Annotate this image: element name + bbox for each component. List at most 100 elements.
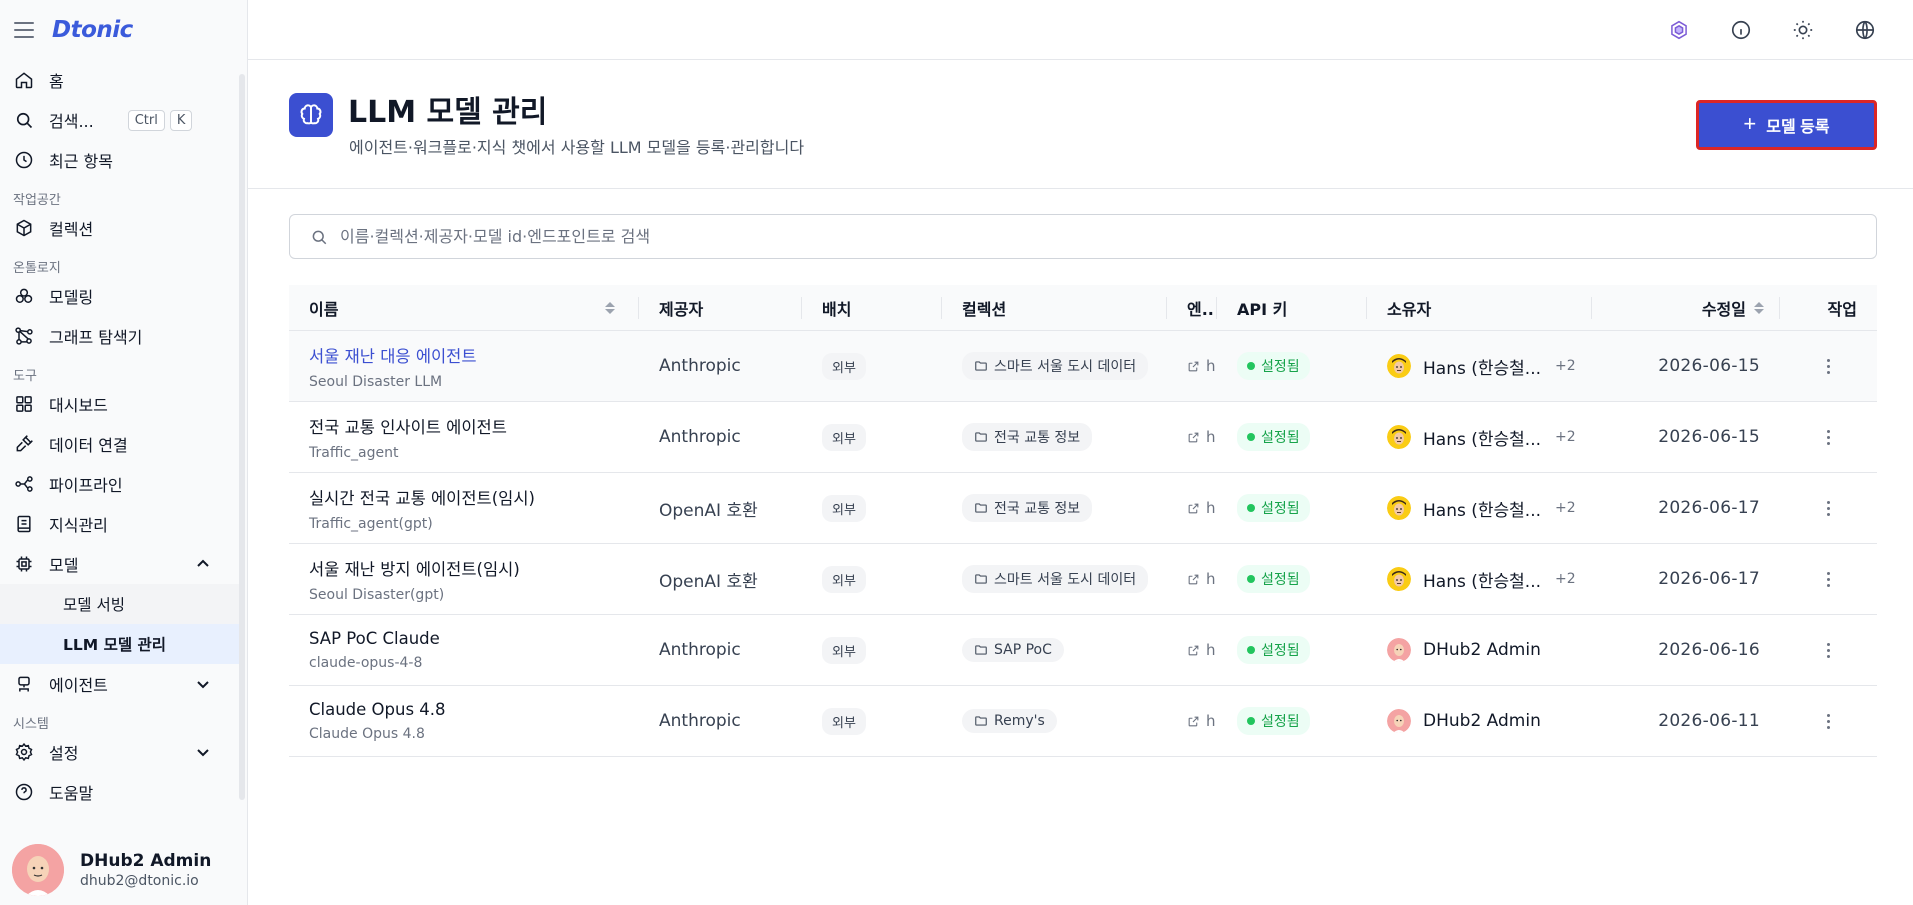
collection-badge[interactable]: SAP PoC xyxy=(962,638,1064,662)
name-cell[interactable]: 서울 재난 대응 에이전트 Seoul Disaster LLM xyxy=(289,331,639,401)
column-api-key: API 키 xyxy=(1217,285,1367,330)
more-actions-icon[interactable] xyxy=(1827,571,1830,587)
endpoint-cell[interactable]: h xyxy=(1167,686,1217,756)
sidebar-item-home[interactable]: 홈 xyxy=(0,60,239,100)
sidebar-item-label: 에이전트 xyxy=(49,676,108,695)
status-dot-icon xyxy=(1247,504,1255,512)
owner-cell: Hans (한승철... +2 xyxy=(1367,402,1592,472)
column-label: 배치 xyxy=(822,299,852,319)
name-cell[interactable]: 서울 재난 방지 에이전트(임시) Seoul Disaster(gpt) xyxy=(289,544,639,614)
api-key-label: 설정됨 xyxy=(1261,359,1300,375)
endpoint-url: h xyxy=(1206,570,1216,588)
user-profile[interactable]: DHub2 Admin dhub2@dtonic.io xyxy=(0,835,247,905)
collection-badge[interactable]: 전국 교통 정보 xyxy=(962,423,1093,451)
table-row[interactable]: Claude Opus 4.8 Claude Opus 4.8 Anthropi… xyxy=(289,686,1877,757)
plus-icon: + xyxy=(1743,111,1757,136)
updated-cell: 2026-06-15 xyxy=(1592,402,1780,472)
page-header: LLM 모델 관리 에이전트·워크플로·지식 챗에서 사용할 LLM 모델을 등… xyxy=(248,60,1913,189)
user-email: dhub2@dtonic.io xyxy=(80,873,199,889)
owner-name: Hans (한승철... xyxy=(1423,429,1541,450)
table-row[interactable]: 서울 재난 대응 에이전트 Seoul Disaster LLM Anthrop… xyxy=(289,331,1877,402)
model-name[interactable]: Claude Opus 4.8 xyxy=(309,700,446,719)
column-label: 이름 xyxy=(309,299,339,319)
more-actions-icon[interactable] xyxy=(1827,642,1830,658)
column-name[interactable]: 이름 xyxy=(289,285,639,330)
dashboard-icon xyxy=(13,393,35,415)
name-cell[interactable]: 전국 교통 인사이트 에이전트 Traffic_agent xyxy=(289,402,639,472)
deploy-cell: 외부 xyxy=(802,473,942,543)
sidebar-item-data-connection[interactable]: 데이터 연결 xyxy=(0,424,239,464)
table-row[interactable]: 실시간 전국 교통 에이전트(임시) Traffic_agent(gpt) Op… xyxy=(289,473,1877,544)
sidebar-item-model-serving[interactable]: 모델 서빙 xyxy=(0,584,239,624)
updated-date: 2026-06-16 xyxy=(1658,640,1760,660)
collection-badge[interactable]: 스마트 서울 도시 데이터 xyxy=(962,565,1149,593)
search-box[interactable] xyxy=(289,214,1877,259)
collection-badge[interactable]: Remy's xyxy=(962,709,1057,733)
sidebar-item-modeling[interactable]: 모델링 xyxy=(0,276,239,316)
api-key-cell: 설정됨 xyxy=(1217,544,1367,614)
search-input[interactable] xyxy=(340,227,1740,246)
updated-cell: 2026-06-17 xyxy=(1592,473,1780,543)
logo[interactable]: Dtonic xyxy=(52,17,133,43)
model-name[interactable]: SAP PoC Claude xyxy=(309,629,440,648)
sort-icon[interactable] xyxy=(1754,301,1764,314)
table-row[interactable]: SAP PoC Claude claude-opus-4-8 Anthropic… xyxy=(289,615,1877,686)
table-header: 이름 제공자 배치 컬렉션 엔.. API 키 소유자 수정일 작업 xyxy=(289,285,1877,331)
updated-date: 2026-06-15 xyxy=(1658,427,1760,447)
provider: OpenAI 호환 xyxy=(659,571,758,592)
search-icon xyxy=(13,109,35,131)
model-name[interactable]: 서울 재난 방지 에이전트(임시) xyxy=(309,556,520,580)
model-name[interactable]: 전국 교통 인사이트 에이전트 xyxy=(309,414,507,438)
ai-assistant-icon[interactable] xyxy=(1667,18,1691,42)
more-actions-icon[interactable] xyxy=(1827,429,1830,445)
extra-owners: +2 xyxy=(1555,358,1576,374)
model-name[interactable]: 서울 재난 대응 에이전트 xyxy=(309,343,477,367)
sidebar-item-model[interactable]: 모델 xyxy=(0,544,239,584)
more-actions-icon[interactable] xyxy=(1827,358,1830,374)
api-key-status: 설정됨 xyxy=(1237,423,1310,451)
sort-icon[interactable] xyxy=(605,301,615,314)
sidebar-item-help[interactable]: 도움말 xyxy=(0,772,239,812)
endpoint-cell[interactable]: h xyxy=(1167,331,1217,401)
table-row[interactable]: 서울 재난 방지 에이전트(임시) Seoul Disaster(gpt) Op… xyxy=(289,544,1877,615)
table-row[interactable]: 전국 교통 인사이트 에이전트 Traffic_agent Anthropic … xyxy=(289,402,1877,473)
column-updated[interactable]: 수정일 xyxy=(1592,285,1780,330)
language-icon[interactable] xyxy=(1853,18,1877,42)
sidebar-item-graph-explorer[interactable]: 그래프 탐색기 xyxy=(0,316,239,356)
sidebar-item-label: 대시보드 xyxy=(49,396,108,415)
sidebar-item-pipeline[interactable]: 파이프라인 xyxy=(0,464,239,504)
deploy-badge: 외부 xyxy=(822,636,866,664)
endpoint-cell[interactable]: h xyxy=(1167,473,1217,543)
name-cell[interactable]: Claude Opus 4.8 Claude Opus 4.8 xyxy=(289,686,639,756)
more-actions-icon[interactable] xyxy=(1827,500,1830,516)
avatar xyxy=(1387,354,1411,378)
sidebar-item-settings[interactable]: 설정 xyxy=(0,732,239,772)
collection-badge[interactable]: 전국 교통 정보 xyxy=(962,494,1093,522)
info-icon[interactable] xyxy=(1729,18,1753,42)
model-name[interactable]: 실시간 전국 교통 에이전트(임시) xyxy=(309,485,535,509)
sidebar-item-recent[interactable]: 최근 항목 xyxy=(0,140,239,180)
sidebar-item-search[interactable]: 검색... Ctrl K xyxy=(0,100,239,140)
name-cell[interactable]: SAP PoC Claude claude-opus-4-8 xyxy=(289,615,639,685)
menu-icon[interactable] xyxy=(14,22,34,38)
endpoint-cell[interactable]: h xyxy=(1167,615,1217,685)
sidebar-item-llm-model-mgmt[interactable]: LLM 모델 관리 xyxy=(0,624,239,664)
endpoint-cell[interactable]: h xyxy=(1167,402,1217,472)
column-provider: 제공자 xyxy=(639,285,802,330)
add-model-button[interactable]: + 모델 등록 xyxy=(1696,100,1877,150)
sidebar-item-knowledge[interactable]: 지식관리 xyxy=(0,504,239,544)
admin-avatar-icon xyxy=(1387,638,1411,662)
name-cell[interactable]: 실시간 전국 교통 에이전트(임시) Traffic_agent(gpt) xyxy=(289,473,639,543)
updated-date: 2026-06-17 xyxy=(1658,498,1760,518)
updated-cell: 2026-06-17 xyxy=(1592,544,1780,614)
sidebar-scrollbar[interactable] xyxy=(239,74,245,800)
collection-name: 전국 교통 정보 xyxy=(994,430,1081,446)
sidebar-item-agent[interactable]: 에이전트 xyxy=(0,664,239,704)
endpoint-cell[interactable]: h xyxy=(1167,544,1217,614)
search-icon xyxy=(312,230,327,244)
more-actions-icon[interactable] xyxy=(1827,713,1830,729)
sidebar-item-dashboard[interactable]: 대시보드 xyxy=(0,384,239,424)
collection-badge[interactable]: 스마트 서울 도시 데이터 xyxy=(962,352,1149,380)
theme-toggle-icon[interactable] xyxy=(1791,18,1815,42)
sidebar-item-collection[interactable]: 컬렉션 xyxy=(0,208,239,248)
